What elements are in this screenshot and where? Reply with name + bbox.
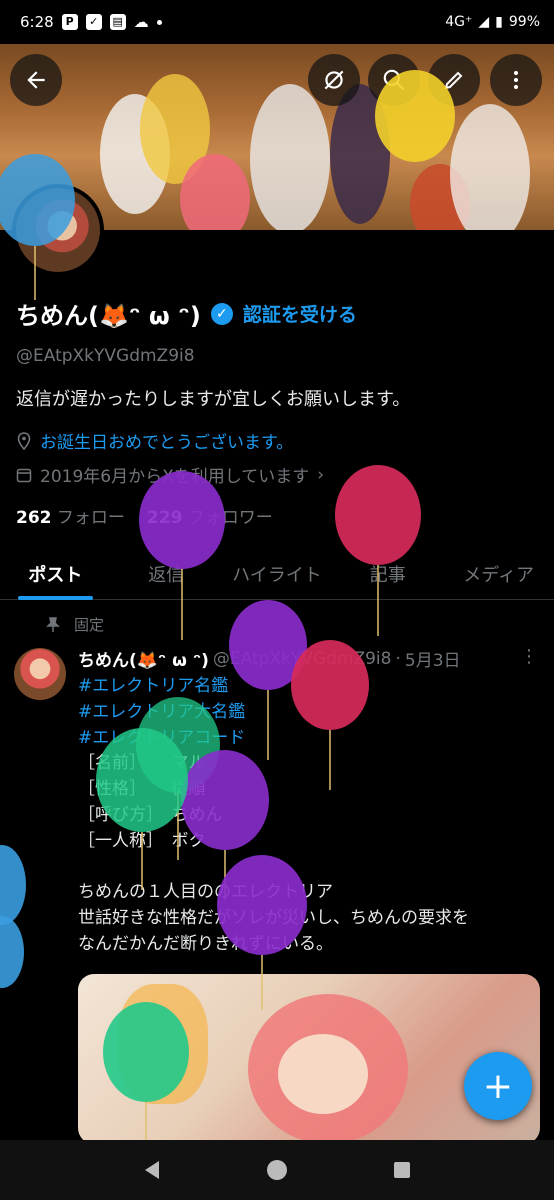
tab-posts[interactable]: ポスト: [0, 548, 111, 600]
following-count: 262: [16, 508, 52, 528]
joined-row: 2019年6月からXを利用しています ›: [16, 462, 324, 487]
profile-name-row: ちめん(🦊ᵔ ω ᵔ) ✓ 認証を受ける: [16, 296, 357, 331]
post-field: ［名前］ マル: [78, 753, 206, 774]
notification-icon: P: [61, 14, 78, 30]
chevron-right-icon[interactable]: ›: [317, 465, 324, 485]
followers-count: 229: [146, 508, 183, 528]
post-field: ［性格］ 従順: [78, 779, 206, 800]
pinned-label: 固定: [74, 616, 105, 634]
edit-icon: [444, 71, 463, 90]
edit-button[interactable]: [428, 54, 480, 106]
followers-label: フォロワー: [187, 508, 273, 528]
tab-media[interactable]: メディア: [443, 548, 554, 599]
nav-recents-icon[interactable]: [390, 1158, 414, 1182]
pinned-indicator: 固定: [46, 614, 104, 635]
post-separator: ·: [395, 648, 401, 669]
hashtag[interactable]: #エレクトリアコード: [78, 726, 544, 752]
status-bar: 6:28 P ✓ ▤ ☁ 4G⁺ ◢ ▮ 99%: [0, 0, 554, 44]
post-text-line: ちめんの１人目ののエレクトリア: [78, 882, 333, 903]
post-date[interactable]: 5月3日: [405, 646, 461, 671]
arrow-left-icon: [27, 71, 45, 89]
profile-handle: @EAtpXkYVGdmZ9i8: [16, 346, 195, 366]
nav-home-icon[interactable]: [265, 1158, 289, 1182]
joined-date: 2019年6月からXを利用しています: [40, 467, 310, 487]
calendar-icon: [16, 468, 32, 482]
post-handle[interactable]: @EAtpXkYVGdmZ9i8: [213, 649, 392, 669]
dot-icon: [156, 19, 162, 25]
more-vertical-icon: [514, 71, 518, 89]
back-button[interactable]: [10, 54, 62, 106]
profile-name: ちめん(🦊ᵔ ω ᵔ): [16, 302, 201, 330]
location-pin-icon: [17, 431, 31, 450]
post-text-line: 世話好きな性格だがソレが災いし、ちめんの要求を: [78, 908, 469, 929]
verified-check-icon[interactable]: ✓: [210, 302, 233, 325]
post-field: ［呼び方］ ちめん: [78, 804, 223, 825]
mute-icon: [324, 70, 344, 90]
system-nav-bar: [0, 1140, 554, 1200]
birthday-row: お誕生日おめでとうございます。: [16, 428, 293, 453]
tab-highlights[interactable]: ハイライト: [222, 548, 333, 599]
post-author[interactable]: ちめん(🦊ᵔ ω ᵔ): [78, 646, 209, 671]
profile-tabs: ポスト 返信 ハイライト 記事 メディア: [0, 548, 554, 600]
clock: 6:28: [20, 13, 54, 31]
following-label: フォロー: [56, 508, 125, 528]
hashtag[interactable]: #エレクトリア大名鑑: [78, 700, 544, 726]
shield-icon: ✓: [85, 14, 102, 30]
battery-icon: ▮: [495, 14, 503, 30]
post-field: ［一人称］ ボク: [78, 830, 206, 851]
follow-stats: 262 フォロー 229 フォロワー: [16, 503, 273, 528]
mute-button[interactable]: [308, 54, 360, 106]
profile-avatar[interactable]: [12, 184, 104, 276]
post-header: ちめん(🦊ᵔ ω ᵔ) @EAtpXkYVGdmZ9i8 · 5月3日: [78, 646, 461, 672]
pin-icon: [46, 616, 60, 632]
network-indicator: 4G⁺: [445, 14, 473, 30]
post-body: #エレクトリア名鑑 #エレクトリア大名鑑 #エレクトリアコード ［名前］ マル …: [78, 674, 544, 958]
tab-replies[interactable]: 返信: [111, 548, 222, 599]
post-more-icon[interactable]: ⋮: [520, 646, 538, 667]
following-stat[interactable]: 262 フォロー: [16, 503, 125, 528]
balloon-icon: [0, 845, 26, 988]
followers-stat[interactable]: 229 フォロワー: [147, 503, 273, 528]
post-text-line: なんだかんだ断りきれずにいる。: [78, 933, 333, 954]
get-verified-link[interactable]: 認証を受ける: [243, 300, 357, 327]
search-icon: [383, 69, 405, 91]
nav-back-icon[interactable]: [140, 1158, 164, 1182]
birthday-message[interactable]: お誕生日おめでとうございます。: [40, 428, 293, 453]
hashtag[interactable]: #エレクトリア名鑑: [78, 674, 544, 700]
tab-articles[interactable]: 記事: [332, 548, 443, 599]
post-image[interactable]: [78, 974, 540, 1144]
sim-icon: ▤: [109, 14, 126, 30]
post-avatar[interactable]: [14, 648, 66, 700]
profile-bio: 返信が遅かったりしますが宜しくお願いします。: [16, 389, 411, 410]
more-button[interactable]: [490, 54, 542, 106]
signal-icon: ◢: [478, 14, 490, 30]
cloud-icon: ☁: [133, 13, 149, 31]
compose-button[interactable]: +: [464, 1052, 532, 1120]
search-button[interactable]: [368, 54, 420, 106]
battery-level: 99%: [508, 14, 540, 30]
